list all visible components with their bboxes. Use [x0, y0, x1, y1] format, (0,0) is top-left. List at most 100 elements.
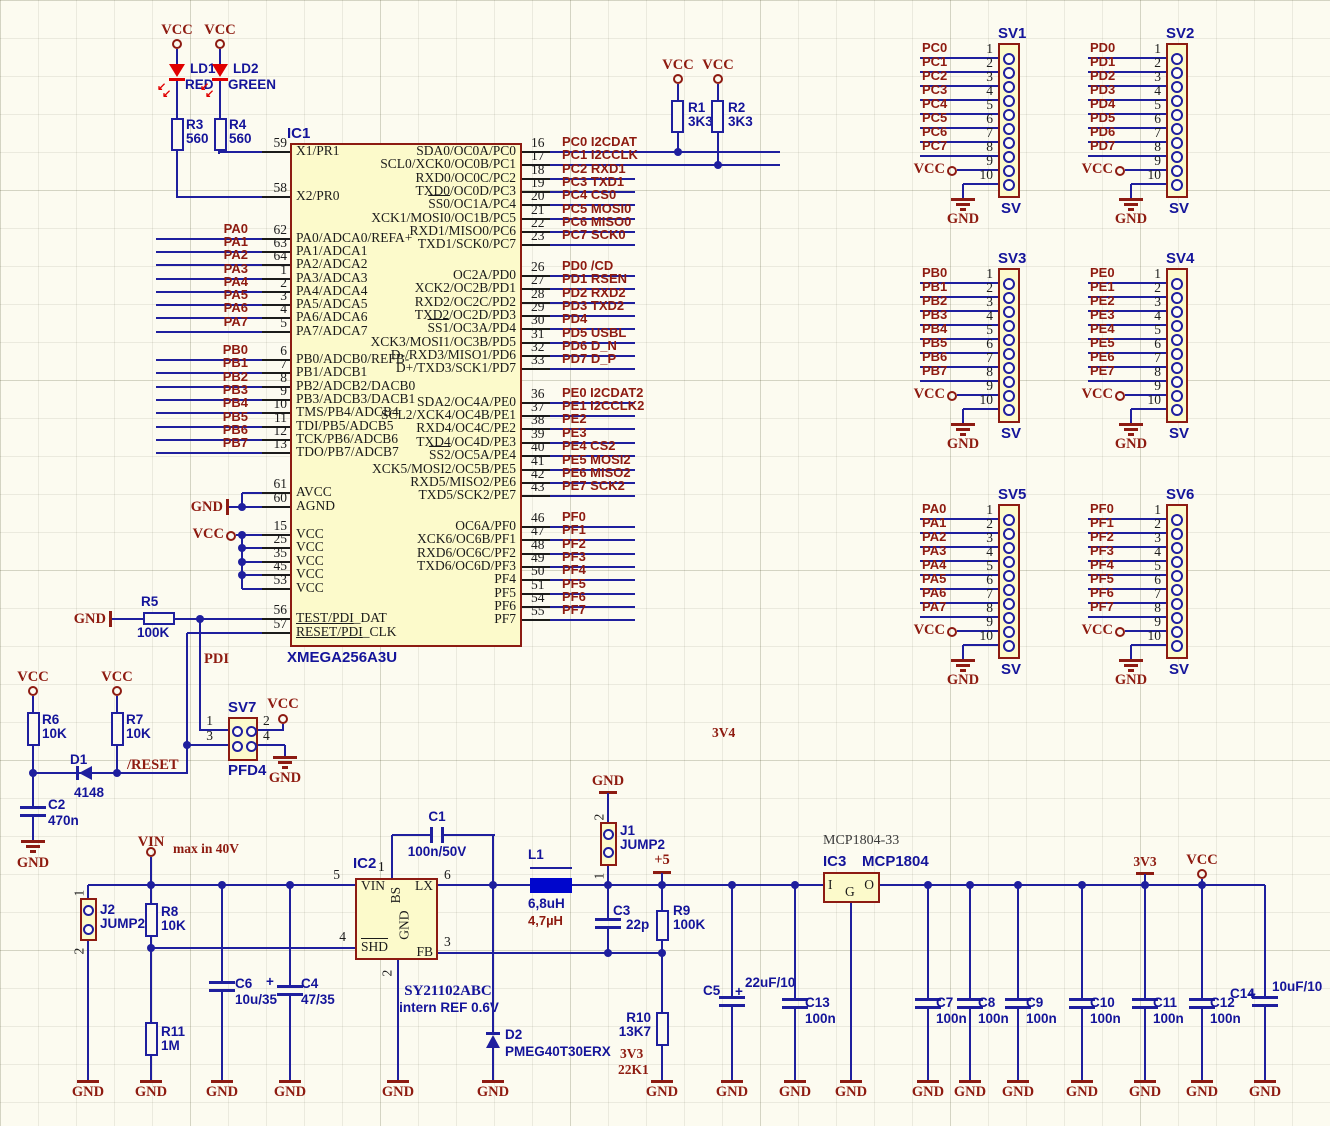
sv7-pin[interactable]: [245, 725, 257, 737]
header-pin[interactable]: [1171, 514, 1183, 526]
resistor-r6[interactable]: [27, 712, 40, 746]
header-pin[interactable]: [1003, 123, 1015, 135]
resistor-r7[interactable]: [111, 712, 124, 746]
header-pin[interactable]: [1003, 151, 1015, 163]
header-pin[interactable]: [1003, 612, 1015, 624]
header-pin[interactable]: [1171, 109, 1183, 121]
header-pin[interactable]: [1171, 81, 1183, 93]
header-pin[interactable]: [1171, 123, 1183, 135]
diode-d2-icon[interactable]: [486, 1035, 500, 1048]
header-pin[interactable]: [1003, 81, 1015, 93]
sv7-pin[interactable]: [245, 740, 257, 752]
header-pin[interactable]: [1171, 390, 1183, 402]
vcc-icon[interactable]: [278, 714, 288, 724]
vcc-icon[interactable]: [947, 627, 957, 637]
resistor-r8[interactable]: [145, 903, 158, 937]
sv7-pin[interactable]: [231, 740, 243, 752]
resistor-r9[interactable]: [656, 910, 669, 941]
header-pin[interactable]: [1171, 334, 1183, 346]
vcc-icon[interactable]: [713, 74, 723, 84]
vcc-icon[interactable]: [947, 391, 957, 401]
resistor-r5[interactable]: [143, 612, 175, 625]
header-pin[interactable]: [1171, 67, 1183, 79]
led-icon[interactable]: [169, 64, 185, 77]
led-icon[interactable]: [212, 64, 228, 77]
header-pin[interactable]: [1003, 542, 1015, 554]
header-pin[interactable]: [1003, 584, 1015, 596]
vin-icon[interactable]: [146, 847, 156, 857]
header-pin[interactable]: [1003, 165, 1015, 177]
header-pin[interactable]: [1171, 53, 1183, 65]
vcc-icon[interactable]: [112, 686, 122, 696]
header-pin[interactable]: [1003, 306, 1015, 318]
header-pin[interactable]: [1003, 334, 1015, 346]
header-pin[interactable]: [1003, 320, 1015, 332]
jumper-pin[interactable]: [602, 828, 614, 840]
header-pin[interactable]: [1171, 598, 1183, 610]
header-pin[interactable]: [1003, 376, 1015, 388]
resistor-r10[interactable]: [656, 1012, 669, 1046]
header-pin[interactable]: [1003, 95, 1015, 107]
resistor-r1[interactable]: [671, 100, 684, 133]
header-pin[interactable]: [1171, 542, 1183, 554]
header-pin[interactable]: [1171, 626, 1183, 638]
header-pin[interactable]: [1171, 292, 1183, 304]
vcc-icon[interactable]: [1197, 869, 1207, 879]
header-pin[interactable]: [1003, 292, 1015, 304]
header-pin[interactable]: [1003, 390, 1015, 402]
vcc-icon[interactable]: [1115, 391, 1125, 401]
header-pin[interactable]: [1003, 626, 1015, 638]
jumper-pin[interactable]: [82, 923, 94, 935]
header-pin[interactable]: [1003, 528, 1015, 540]
header-pin[interactable]: [1003, 640, 1015, 652]
header-pin[interactable]: [1003, 514, 1015, 526]
sv7-pin[interactable]: [231, 725, 243, 737]
header-pin[interactable]: [1003, 570, 1015, 582]
header-pin[interactable]: [1003, 53, 1015, 65]
header-pin[interactable]: [1003, 278, 1015, 290]
header-pin[interactable]: [1171, 95, 1183, 107]
header-pin[interactable]: [1003, 137, 1015, 149]
vcc-icon[interactable]: [172, 39, 182, 49]
header-pin[interactable]: [1171, 584, 1183, 596]
header-pin[interactable]: [1171, 165, 1183, 177]
header-pin[interactable]: [1003, 348, 1015, 360]
vcc-icon[interactable]: [1115, 627, 1125, 637]
header-pin[interactable]: [1003, 179, 1015, 191]
header-pin[interactable]: [1171, 179, 1183, 191]
header-pin[interactable]: [1171, 362, 1183, 374]
inductor-l1-icon[interactable]: [530, 878, 572, 893]
jumper-pin[interactable]: [82, 904, 94, 916]
resistor-r2[interactable]: [711, 100, 724, 133]
header-pin[interactable]: [1171, 278, 1183, 290]
header-pin[interactable]: [1003, 598, 1015, 610]
vcc-icon[interactable]: [1115, 166, 1125, 176]
header-pin[interactable]: [1003, 362, 1015, 374]
header-pin[interactable]: [1003, 404, 1015, 416]
header-pin[interactable]: [1171, 612, 1183, 624]
header-pin[interactable]: [1171, 570, 1183, 582]
header-pin[interactable]: [1171, 404, 1183, 416]
vcc-icon[interactable]: [215, 39, 225, 49]
header-pin[interactable]: [1003, 556, 1015, 568]
header-pin[interactable]: [1003, 109, 1015, 121]
jumper-pin[interactable]: [602, 846, 614, 858]
header-pin[interactable]: [1171, 528, 1183, 540]
header-pin[interactable]: [1171, 320, 1183, 332]
header-pin[interactable]: [1171, 376, 1183, 388]
header-pin[interactable]: [1171, 640, 1183, 652]
header-pin[interactable]: [1171, 556, 1183, 568]
sv7-body[interactable]: [228, 717, 258, 761]
vcc-icon[interactable]: [226, 531, 236, 541]
diode-d1-icon[interactable]: [79, 766, 92, 780]
header-pin[interactable]: [1003, 67, 1015, 79]
vcc-icon[interactable]: [28, 686, 38, 696]
header-pin[interactable]: [1171, 306, 1183, 318]
header-pin[interactable]: [1171, 348, 1183, 360]
header-pin[interactable]: [1171, 151, 1183, 163]
resistor-r11[interactable]: [145, 1022, 158, 1056]
resistor-r4[interactable]: [214, 118, 227, 151]
resistor-r3[interactable]: [171, 118, 184, 151]
header-pin[interactable]: [1171, 137, 1183, 149]
vcc-icon[interactable]: [947, 166, 957, 176]
